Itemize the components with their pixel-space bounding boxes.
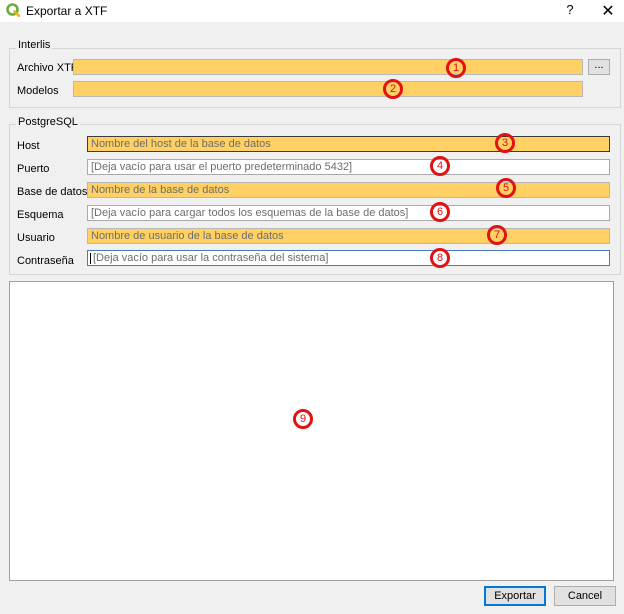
annotation-marker-8: 8 — [430, 248, 450, 268]
annotation-marker-5: 5 — [496, 178, 516, 198]
host-input[interactable]: Nombre del host de la base de datos — [87, 136, 610, 152]
host-label: Host — [17, 140, 40, 152]
export-button[interactable]: Exportar — [484, 586, 546, 606]
title-bar: Exportar a XTF ? ✕ — [0, 0, 624, 22]
browse-button[interactable]: ... — [588, 59, 610, 75]
archivo-xtf-input[interactable] — [73, 59, 583, 75]
window-title: Exportar a XTF — [26, 4, 108, 18]
esquema-label: Esquema — [17, 209, 64, 221]
contrasena-label: Contraseña — [17, 255, 74, 267]
usuario-label: Usuario — [17, 232, 55, 244]
output-log-area[interactable] — [9, 281, 614, 581]
contrasena-input[interactable]: [Deja vacío para usar la contraseña del … — [87, 250, 610, 266]
interlis-group — [9, 48, 621, 108]
annotation-marker-4: 4 — [430, 156, 450, 176]
modelos-label: Modelos — [17, 85, 59, 97]
cancel-button[interactable]: Cancel — [554, 586, 616, 606]
base-de-datos-input[interactable]: Nombre de la base de datos — [87, 182, 610, 198]
annotation-marker-3: 3 — [495, 133, 515, 153]
modelos-input[interactable] — [73, 81, 583, 97]
qgis-icon — [6, 3, 20, 17]
annotation-marker-1: 1 — [446, 58, 466, 78]
base-de-datos-label: Base de datos — [17, 186, 88, 198]
annotation-marker-6: 6 — [430, 202, 450, 222]
usuario-input[interactable]: Nombre de usuario de la base de datos — [87, 228, 610, 244]
close-button[interactable]: ✕ — [600, 1, 616, 21]
annotation-marker-7: 7 — [487, 225, 507, 245]
archivo-xtf-label: Archivo XTF — [17, 62, 78, 74]
help-button[interactable]: ? — [563, 2, 577, 17]
puerto-input[interactable]: [Deja vacío para usar el puerto predeter… — [87, 159, 610, 175]
annotation-marker-9: 9 — [293, 409, 313, 429]
puerto-label: Puerto — [17, 163, 50, 175]
esquema-input[interactable]: [Deja vacío para cargar todos los esquem… — [87, 205, 610, 221]
interlis-group-title: Interlis — [16, 39, 53, 51]
postgresql-group-title: PostgreSQL — [16, 116, 80, 128]
annotation-marker-2: 2 — [383, 79, 403, 99]
